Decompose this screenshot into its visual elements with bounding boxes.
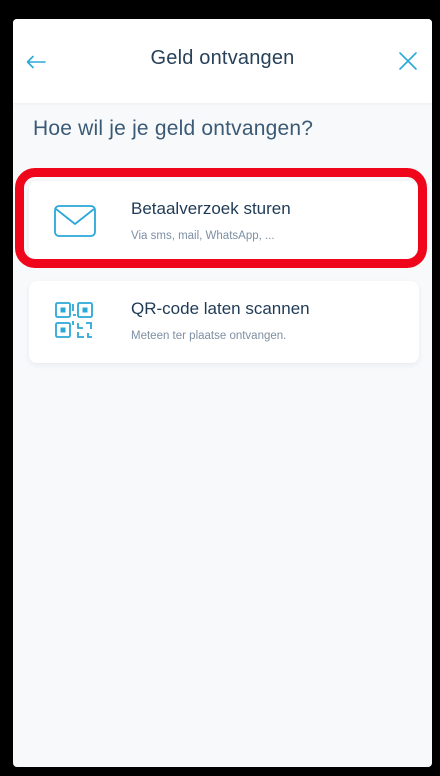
page-title: Geld ontvangen	[150, 47, 295, 69]
option-subtitle: Meteen ter plaatse ontvangen.	[131, 330, 287, 342]
option-title: QR-code laten scannen	[131, 299, 310, 318]
close-icon	[399, 52, 417, 70]
option-qr-code[interactable]: QR-code laten scannen Meteen ter plaatse…	[29, 281, 419, 363]
option-payment-request[interactable]: Betaalverzoek sturen Via sms, mail, What…	[29, 181, 419, 263]
header-bar: Geld ontvangen	[13, 19, 432, 103]
envelope-icon	[54, 205, 96, 237]
qr-code-icon	[55, 302, 93, 338]
app-screen: Geld ontvangen Hoe wil je je geld ontvan…	[13, 19, 432, 767]
option-title: Betaalverzoek sturen	[131, 199, 291, 218]
question-heading: Hoe wil je je geld ontvangen?	[33, 117, 314, 140]
option-subtitle: Via sms, mail, WhatsApp, ...	[131, 230, 275, 242]
close-button[interactable]	[394, 47, 422, 75]
